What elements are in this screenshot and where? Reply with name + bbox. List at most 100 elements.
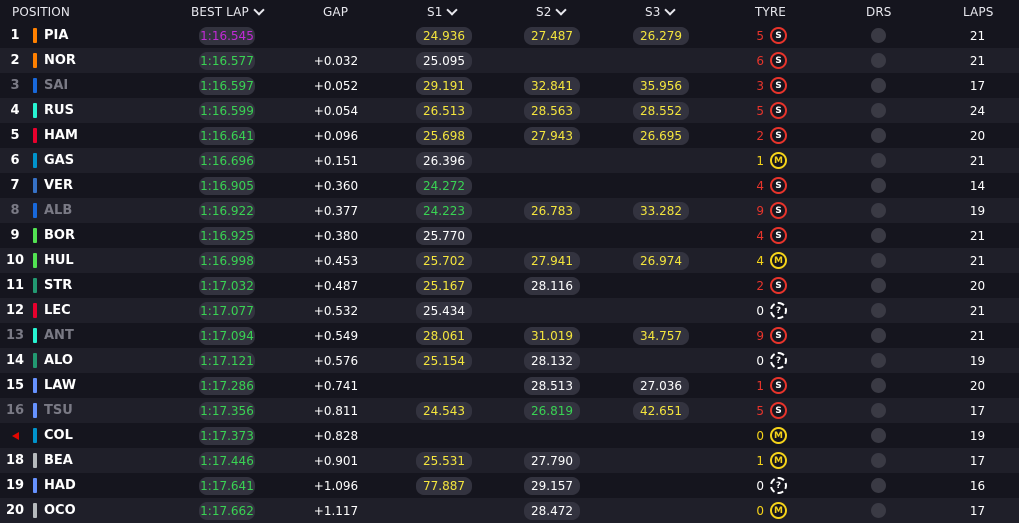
gap-value: [296, 23, 376, 48]
header-tyre[interactable]: TYRE: [755, 0, 786, 23]
driver-row[interactable]: 3 SAI 1:16.597 +0.052 29.191 32.841 35.956 3 S 17: [0, 73, 1019, 98]
tyre-age: 1: [756, 453, 764, 468]
header-s1[interactable]: S1: [427, 0, 459, 23]
driver-row[interactable]: 12 LEC 1:17.077 +0.532 25.434 0? 21: [0, 298, 1019, 323]
sector-s2-cell: 28.513: [524, 373, 580, 398]
team-color-bar: [33, 478, 37, 493]
tyre-age: 2: [756, 278, 764, 293]
best-lap-time: 1:17.032: [199, 276, 255, 295]
best-lap-cell: 1:17.446: [198, 448, 256, 473]
header-best-lap[interactable]: BEST LAP: [191, 0, 265, 23]
driver-row[interactable]: 10 HUL 1:16.998 +0.453 25.702 27.941 26.974 4 M 2…: [0, 248, 1019, 273]
driver-code: BEA: [44, 453, 73, 468]
drs-indicator: [871, 203, 886, 218]
sector-s1-cell: 26.396: [416, 148, 472, 173]
best-lap-time: 1:16.696: [199, 151, 255, 170]
sector-s3-time: 26.279: [633, 26, 689, 45]
driver-row[interactable]: 20 OCO 1:17.662 +1.117 28.472 0 M 17: [0, 498, 1019, 523]
driver-row[interactable]: 15 LAW 1:17.286 +0.741 28.513 27.036 1 S 20: [0, 373, 1019, 398]
sector-s1-time: 77.887: [416, 476, 472, 495]
driver-row[interactable]: 7 VER 1:16.905 +0.360 24.272 4 S 14: [0, 173, 1019, 198]
driver-code: OCO: [44, 503, 76, 518]
header-drs[interactable]: DRS: [866, 0, 892, 23]
position-change-arrow-icon: [0, 423, 30, 448]
team-color-bar: [33, 428, 37, 443]
position-number: 20: [5, 503, 25, 518]
tyre-compound-icon: S: [770, 402, 787, 419]
sector-s1-time: 25.702: [416, 251, 472, 270]
sector-s1-cell: 29.191: [416, 73, 472, 98]
laps-count: 17: [969, 78, 986, 93]
team-color-bar: [33, 28, 37, 43]
position-number: 19: [5, 478, 25, 493]
best-lap-cell: 1:17.662: [198, 498, 256, 523]
best-lap-time: 1:17.094: [199, 326, 255, 345]
driver-row[interactable]: COL 1:17.373 +0.828 0 M 19: [0, 423, 1019, 448]
best-lap-cell: 1:16.922: [198, 198, 256, 223]
header-s3[interactable]: S3: [645, 0, 677, 23]
sector-s1-cell: 25.702: [416, 248, 472, 273]
sector-s2-cell: 29.157: [524, 473, 580, 498]
header-position[interactable]: POSITION: [12, 0, 70, 23]
best-lap-cell: 1:17.094: [198, 323, 256, 348]
drs-indicator: [871, 378, 886, 393]
sector-s2-time: 28.472: [524, 501, 580, 520]
driver-code: GAS: [44, 153, 75, 168]
team-color-bar: [33, 53, 37, 68]
tyre-age: 0: [756, 353, 764, 368]
driver-row[interactable]: 16 TSU 1:17.356 +0.811 24.543 26.819 42.651 5 S 1…: [0, 398, 1019, 423]
header-laps[interactable]: LAPS: [963, 0, 993, 23]
header-s2[interactable]: S2: [536, 0, 568, 23]
tyre-age: 3: [756, 78, 764, 93]
sector-s1-cell: 24.936: [416, 23, 472, 48]
best-lap-time: 1:16.545: [199, 26, 255, 45]
driver-row[interactable]: 14 ALO 1:17.121 +0.576 25.154 28.132 0? 19: [0, 348, 1019, 373]
driver-row[interactable]: 19 HAD 1:17.641 +1.096 77.887 29.157 0? 16: [0, 473, 1019, 498]
driver-row[interactable]: 5 HAM 1:16.641 +0.096 25.698 27.943 26.695 2 S 20: [0, 123, 1019, 148]
sector-s1-time: 25.154: [416, 351, 472, 370]
driver-row[interactable]: 4 RUS 1:16.599 +0.054 26.513 28.563 28.552 5 S 24: [0, 98, 1019, 123]
sector-s1-time: 25.434: [416, 301, 472, 320]
driver-row[interactable]: 2 NOR 1:16.577 +0.032 25.095 6 S 21: [0, 48, 1019, 73]
sector-s1-time: 25.770: [416, 226, 472, 245]
tyre-age: 4: [756, 228, 764, 243]
driver-row[interactable]: 8 ALB 1:16.922 +0.377 24.223 26.783 33.282 9 S 19: [0, 198, 1019, 223]
position-number: 5: [10, 128, 20, 143]
driver-row[interactable]: 9 BOR 1:16.925 +0.380 25.770 4 S 21: [0, 223, 1019, 248]
drs-indicator: [871, 153, 886, 168]
driver-row[interactable]: 6 GAS 1:16.696 +0.151 26.396 1 M 21: [0, 148, 1019, 173]
tyre-compound-icon: S: [770, 177, 787, 194]
position-number: 3: [10, 78, 20, 93]
tyre-age: 4: [756, 253, 764, 268]
driver-code: RUS: [44, 103, 74, 118]
laps-count: 17: [969, 503, 986, 518]
drs-indicator: [871, 103, 886, 118]
sector-s2-cell: 26.783: [524, 198, 580, 223]
tyre-compound-icon: ?: [770, 477, 787, 494]
tyre-compound-icon: M: [770, 502, 787, 519]
timing-header: POSITION BEST LAP GAP S1 S2 S3 TYRE DRS …: [0, 0, 1019, 23]
driver-row[interactable]: 11 STR 1:17.032 +0.487 25.167 28.116 2 S 20: [0, 273, 1019, 298]
best-lap-cell: 1:16.597: [198, 73, 256, 98]
driver-row[interactable]: 1 PIA 1:16.545 24.936 27.487 26.279 5 S 21: [0, 23, 1019, 48]
team-color-bar: [33, 378, 37, 393]
tyre-age: 1: [756, 378, 764, 393]
drs-indicator: [871, 28, 886, 43]
best-lap-cell: 1:17.077: [198, 298, 256, 323]
sector-s2-cell: 26.819: [524, 398, 580, 423]
sector-s2-time: 26.819: [524, 401, 580, 420]
laps-count: 19: [969, 428, 986, 443]
position-number: 12: [5, 303, 25, 318]
drs-indicator: [871, 128, 886, 143]
team-color-bar: [33, 303, 37, 318]
header-gap[interactable]: GAP: [323, 0, 348, 23]
gap-value: +0.532: [313, 303, 359, 318]
position-number: 9: [10, 228, 20, 243]
driver-row[interactable]: 18 BEA 1:17.446 +0.901 25.531 27.790 1 M 17: [0, 448, 1019, 473]
driver-row[interactable]: 13 ANT 1:17.094 +0.549 28.061 31.019 34.757 9 S 2…: [0, 323, 1019, 348]
sector-s1-cell: 25.167: [416, 273, 472, 298]
team-color-bar: [33, 403, 37, 418]
team-color-bar: [33, 178, 37, 193]
position-number: 4: [10, 103, 20, 118]
driver-code: TSU: [44, 403, 73, 418]
